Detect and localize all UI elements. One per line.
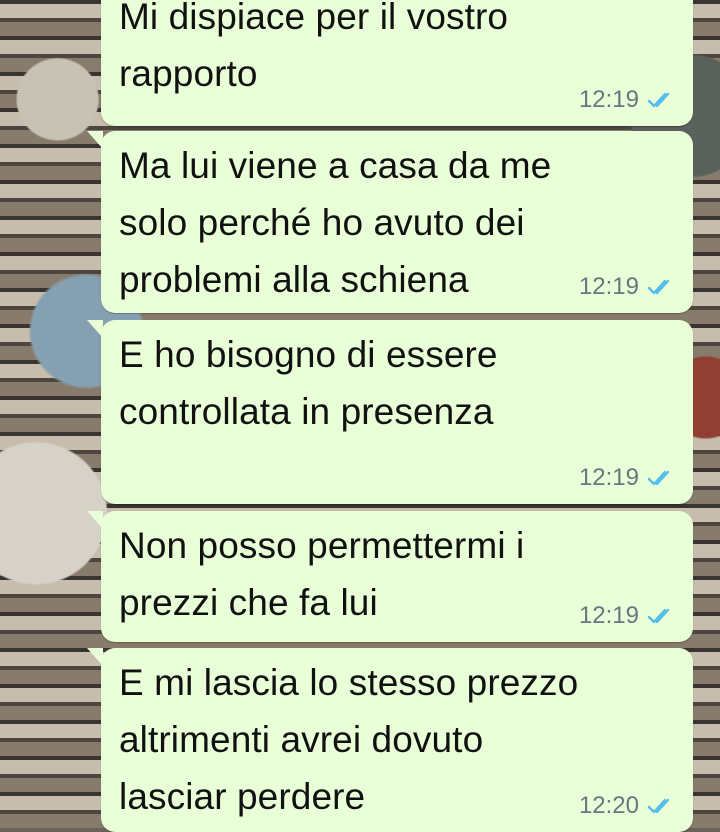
message-time: 12:19	[578, 86, 639, 113]
message-time: 12:19	[578, 273, 639, 300]
message-text: Mi dispiace per il vostro rapporto	[119, 0, 509, 94]
message-text: Non posso permettermi i prezzi che fa lu…	[119, 525, 525, 623]
message-time: 12:19	[578, 464, 639, 491]
message-bubble[interactable]: Ma lui viene a casa da me solo perché ho…	[87, 131, 693, 313]
message-bubble[interactable]: Mi dispiace per il vostro rapporto 12:19	[101, 0, 693, 126]
message-time: 12:20	[578, 792, 639, 819]
message-meta: 12:19	[579, 86, 677, 114]
message-meta: 12:19	[579, 602, 677, 630]
message-bubble[interactable]: Non posso permettermi i prezzi che fa lu…	[87, 511, 693, 642]
message-bubble[interactable]: E mi lascia lo stesso prezzo altrimenti …	[87, 648, 693, 832]
message-time: 12:19	[578, 602, 639, 629]
double-check-icon	[647, 92, 670, 108]
message-text: E mi lascia lo stesso prezzo altrimenti …	[119, 662, 579, 817]
message-text: E ho bisogno di essere controllata in pr…	[119, 334, 498, 432]
message-text: Ma lui viene a casa da me solo perché ho…	[119, 145, 552, 300]
double-check-icon	[647, 470, 670, 486]
message-bubble[interactable]: E ho bisogno di essere controllata in pr…	[87, 320, 693, 504]
message-meta: 12:20	[579, 792, 677, 820]
double-check-icon	[647, 279, 670, 295]
message-meta: 12:19	[579, 273, 677, 301]
double-check-icon	[647, 608, 670, 624]
message-meta: 12:19	[579, 464, 677, 492]
double-check-icon	[647, 798, 670, 814]
